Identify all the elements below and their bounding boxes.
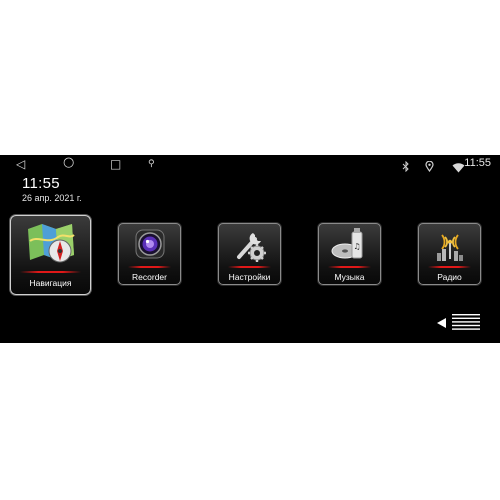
clock-widget-time: 11:55 [22,175,60,192]
home-icon[interactable]: ○ [63,155,74,170]
back-icon[interactable]: ◁ [16,157,25,171]
all-apps-menu-icon [437,314,480,330]
app-label-music: Музыка [334,272,365,282]
app-tile-radio[interactable]: Радио [418,223,481,285]
app-tile-navigation[interactable]: Навигация [10,215,91,295]
radio-antenna-icon [436,234,463,261]
app-label-settings: Настройки [228,272,271,282]
head-unit-screen: ◁ ○ □ ⚲ 11:55 11:55 26 апр. 2021 г. Нави… [0,155,500,343]
wifi-icon [452,158,465,177]
app-tile-music[interactable]: ♫ Музыка [318,223,381,285]
tile-accent-bar [428,266,471,268]
app-tile-settings[interactable]: Настройки [218,223,281,285]
tile-accent-bar [328,266,371,268]
status-bar-time: 11:55 [464,157,491,169]
app-label-recorder: Recorder [132,272,167,282]
location-icon [425,157,434,176]
app-tile-recorder[interactable]: Recorder [118,223,181,285]
app-label-navigation: Навигация [29,278,72,288]
music-usb-icon: ♫ [331,228,362,259]
app-label-radio: Радио [437,272,462,282]
clock-widget-date: 26 апр. 2021 г. [22,193,82,203]
bluetooth-icon [402,157,410,176]
navigation-map-icon [27,224,75,263]
all-apps-menu-button[interactable] [436,313,482,333]
camera-lens-icon [135,229,164,259]
tile-accent-bar [128,266,171,268]
svg-text:♫: ♫ [353,242,360,251]
tile-accent-bar [20,271,81,273]
usb-icon: ⚲ [148,159,155,169]
recents-icon[interactable]: □ [110,157,121,171]
settings-tools-icon [236,233,266,262]
tile-accent-bar [228,266,271,268]
